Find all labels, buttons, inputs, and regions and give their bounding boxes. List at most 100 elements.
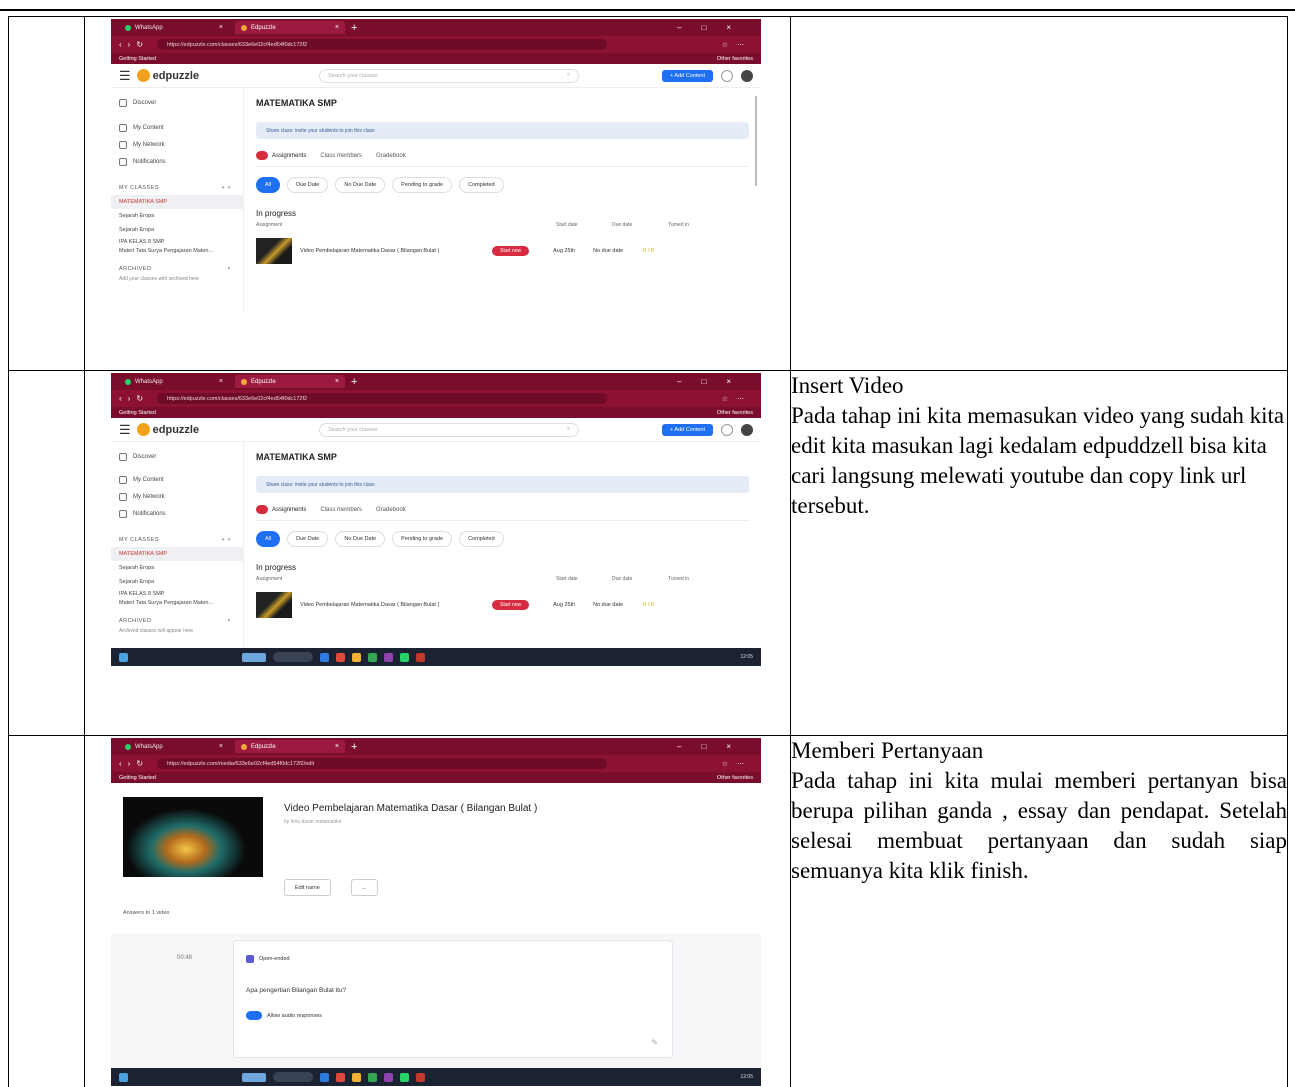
- bookmark-item[interactable]: Other favorites: [717, 410, 753, 416]
- edit-icon[interactable]: ✎: [651, 1038, 658, 1047]
- edpuzzle-logo[interactable]: edpuzzle: [136, 423, 199, 436]
- window-controls[interactable]: –□×: [677, 377, 761, 386]
- edit-name-button[interactable]: Edit name: [284, 879, 331, 896]
- bookmark-item[interactable]: Other favorites: [717, 56, 753, 62]
- close-icon[interactable]: ×: [335, 378, 339, 385]
- assignment-row[interactable]: Video Pembelajaran Matematika Dasar ( Bi…: [256, 592, 749, 618]
- bookmark-item[interactable]: Other favorites: [717, 775, 753, 781]
- avatar[interactable]: [741, 69, 753, 82]
- close-icon[interactable]: ×: [219, 24, 223, 31]
- video-thumbnail[interactable]: [256, 592, 292, 618]
- start-button[interactable]: [242, 652, 266, 662]
- filter-all[interactable]: All: [256, 177, 281, 193]
- url-field[interactable]: https://edpuzzle.com/classes/633e6e02cf4…: [157, 393, 608, 404]
- question-card[interactable]: Open-ended Apa pengertian Bilangan Bulat…: [233, 940, 673, 1058]
- app-icon[interactable]: [384, 652, 393, 662]
- class-item[interactable]: Materi Tata Surya Pengajaran Materi...: [119, 598, 243, 607]
- class-item[interactable]: IPA KELAS 8 SMP: [119, 589, 243, 598]
- video-thumbnail[interactable]: [123, 797, 263, 877]
- add-class-icon[interactable]: + ˄: [222, 185, 231, 191]
- new-tab-icon[interactable]: +: [351, 376, 357, 388]
- class-item[interactable]: Sejarah Eropa: [119, 223, 243, 237]
- app-icon[interactable]: [352, 1072, 361, 1082]
- app-icon[interactable]: [320, 652, 329, 662]
- filter-completed[interactable]: Completed: [459, 531, 504, 547]
- answers-dropdown[interactable]: Answers to 1 video: [123, 910, 169, 916]
- app-icon[interactable]: [400, 1072, 409, 1082]
- more-button[interactable]: ...: [351, 879, 378, 896]
- share-banner[interactable]: Share class: invite your students to joi…: [256, 476, 749, 493]
- nav-icons[interactable]: ‹›↻: [119, 394, 149, 403]
- tab-class-members[interactable]: Class members: [320, 507, 362, 513]
- assignment-name[interactable]: Video Pembelajaran Matematika Dasar ( Bi…: [300, 602, 492, 608]
- sidebar-item-my-network[interactable]: My Network: [119, 488, 243, 505]
- filter-pending[interactable]: Pending to grade: [392, 177, 453, 193]
- window-controls[interactable]: –□×: [677, 23, 761, 32]
- taskbar-search[interactable]: [273, 1072, 313, 1082]
- toolbar-icons[interactable]: ☆⋯: [722, 760, 753, 768]
- bookmark-item[interactable]: Getting Started: [119, 56, 156, 62]
- menu-icon[interactable]: ☰: [119, 422, 131, 438]
- search-input[interactable]: Search your classes ⌕: [319, 422, 580, 437]
- class-item[interactable]: MATEMATIKA SMP: [111, 547, 243, 561]
- taskbar-search[interactable]: [273, 652, 313, 662]
- sidebar-item-notifications[interactable]: Notifications: [119, 505, 243, 522]
- tab-gradebook[interactable]: Gradebook: [376, 153, 406, 159]
- add-class-icon[interactable]: + ˄: [222, 537, 231, 543]
- class-item[interactable]: Sejarah Eropa: [119, 209, 243, 223]
- nav-icons[interactable]: ‹›↻: [119, 40, 149, 49]
- assignment-row[interactable]: Video Pembelajaran Matematika Dasar ( Bi…: [256, 238, 749, 264]
- browser-tab[interactable]: Edpuzzle ×: [235, 21, 345, 34]
- help-icon[interactable]: [721, 69, 733, 82]
- toolbar-icons[interactable]: ☆⋯: [722, 41, 753, 49]
- sidebar-item-my-network[interactable]: My Network: [119, 136, 243, 153]
- question-time[interactable]: 00:48: [177, 955, 192, 961]
- filter-due-date[interactable]: Due Date: [287, 531, 329, 547]
- browser-tab[interactable]: WhatsApp ×: [119, 21, 229, 34]
- app-icon[interactable]: [320, 1072, 329, 1082]
- close-icon[interactable]: ×: [335, 743, 339, 750]
- start-button[interactable]: [242, 1072, 266, 1082]
- class-item[interactable]: MATEMATIKA SMP: [111, 195, 243, 209]
- clock[interactable]: 12:05: [740, 654, 753, 660]
- audio-toggle[interactable]: Allow audio responses: [246, 1011, 322, 1020]
- app-icon[interactable]: [336, 652, 345, 662]
- toolbar-icons[interactable]: ☆⋯: [722, 395, 753, 403]
- class-item[interactable]: Sejarah Eropa: [119, 561, 243, 575]
- class-item[interactable]: Materi Tata Surya Pengajaran Materi...: [119, 246, 243, 255]
- app-icon[interactable]: [336, 1072, 345, 1082]
- bookmark-item[interactable]: Getting Started: [119, 775, 156, 781]
- url-field[interactable]: https://edpuzzle.com/classes/633e6e02cf4…: [157, 39, 608, 50]
- search-input[interactable]: Search your classes ⌕: [319, 68, 580, 83]
- class-item[interactable]: IPA KELAS 8 SMP: [119, 237, 243, 246]
- close-icon[interactable]: ×: [219, 378, 223, 385]
- window-controls[interactable]: –□×: [677, 742, 761, 751]
- sidebar-item-notifications[interactable]: Notifications: [119, 153, 243, 170]
- filter-no-due-date[interactable]: No Due Date: [335, 531, 386, 547]
- sidebar-item-discover[interactable]: Discover: [119, 448, 243, 465]
- app-icon[interactable]: [400, 652, 409, 662]
- weather-icon[interactable]: [119, 652, 128, 662]
- classes-section-header[interactable]: MY CLASSES + ˄: [119, 532, 243, 547]
- url-field[interactable]: https://edpuzzle.com/media/633e6e02cf4ed…: [157, 758, 608, 769]
- filter-due-date[interactable]: Due Date: [287, 177, 329, 193]
- toggle-switch[interactable]: [246, 1011, 262, 1020]
- question-text[interactable]: Apa pengertian Bilangan Bulat itu?: [246, 987, 346, 994]
- filter-no-due-date[interactable]: No Due Date: [335, 177, 386, 193]
- assignment-name[interactable]: Video Pembelajaran Matematika Dasar ( Bi…: [300, 248, 492, 254]
- sidebar-item-my-content[interactable]: My Content: [119, 119, 243, 136]
- nav-icons[interactable]: ‹›↻: [119, 759, 149, 768]
- sidebar-item-my-content[interactable]: My Content: [119, 471, 243, 488]
- video-thumbnail[interactable]: [256, 238, 292, 264]
- classes-section-header[interactable]: MY CLASSES + ˄: [119, 180, 243, 195]
- browser-tab[interactable]: Edpuzzle ×: [235, 740, 345, 753]
- chevron-up-icon[interactable]: ˄: [227, 266, 231, 272]
- tab-class-members[interactable]: Class members: [320, 153, 362, 159]
- app-icon[interactable]: [384, 1072, 393, 1082]
- new-tab-icon[interactable]: +: [351, 22, 357, 34]
- app-icon[interactable]: [352, 652, 361, 662]
- help-icon[interactable]: [721, 423, 733, 436]
- app-icon[interactable]: [416, 1072, 425, 1082]
- new-tab-icon[interactable]: +: [351, 741, 357, 753]
- share-banner[interactable]: Share class: invite your students to joi…: [256, 122, 749, 139]
